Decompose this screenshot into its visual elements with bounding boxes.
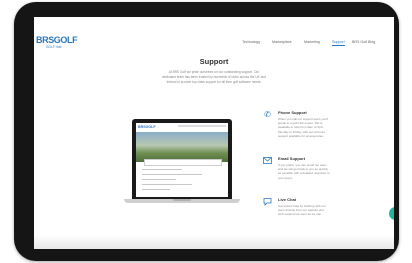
page-title: Support — [199, 57, 229, 66]
chat-icon — [263, 197, 272, 206]
phone-support-title: Phone Support — [278, 110, 307, 115]
email-icon — [263, 156, 272, 165]
brs-golf-logo[interactable]: BRSGOLF — [36, 36, 78, 45]
tablet-frame: BRSGOLF GOLF Hub Technology Marketplace … — [14, 2, 399, 261]
nav-marketplace[interactable]: Marketplace — [272, 40, 292, 44]
laptop-image: BRSGOLF — [132, 119, 232, 199]
laptop-text-line — [142, 169, 182, 171]
site-header: BRSGOLF GOLF Hub Technology Marketplace … — [34, 17, 394, 53]
screen: BRSGOLF GOLF Hub Technology Marketplace … — [34, 17, 394, 249]
golf-course-image — [136, 132, 228, 162]
laptop-text-line — [142, 184, 192, 186]
email-support-title: Email Support — [278, 156, 306, 161]
laptop-logo: BRSGOLF — [138, 125, 156, 129]
laptop-notch — [173, 199, 191, 201]
laptop-search-bar — [144, 159, 222, 166]
laptop-screen-content: BRSGOLF — [136, 123, 228, 197]
intro-text: At BRS Golf we pride ourselves on our ou… — [162, 70, 266, 84]
nav-blog[interactable]: BRS Golf Blog — [352, 40, 375, 44]
logo-subtitle: GOLF Hub — [46, 45, 62, 49]
chat-widget-button[interactable]: ● — [389, 207, 394, 220]
nav-marketing[interactable]: Marketing — [304, 40, 320, 44]
phone-support-text: When you call our support team you'll sp… — [278, 117, 328, 138]
bottom-fade — [34, 235, 394, 249]
live-chat-text: Get instant help by chatting with our te… — [278, 204, 326, 217]
email-support-text: If you prefer, you can email our team an… — [278, 163, 330, 180]
laptop-text-line — [142, 174, 202, 176]
laptop-text-line — [142, 179, 176, 181]
nav-technology[interactable]: Technology — [242, 40, 260, 44]
live-chat-title: Live Chat — [278, 197, 297, 202]
laptop-nav-bar — [178, 125, 226, 127]
nav-support[interactable]: Support — [332, 40, 345, 46]
laptop-text-line — [142, 189, 170, 191]
phone-icon: ✆ — [264, 110, 271, 119]
